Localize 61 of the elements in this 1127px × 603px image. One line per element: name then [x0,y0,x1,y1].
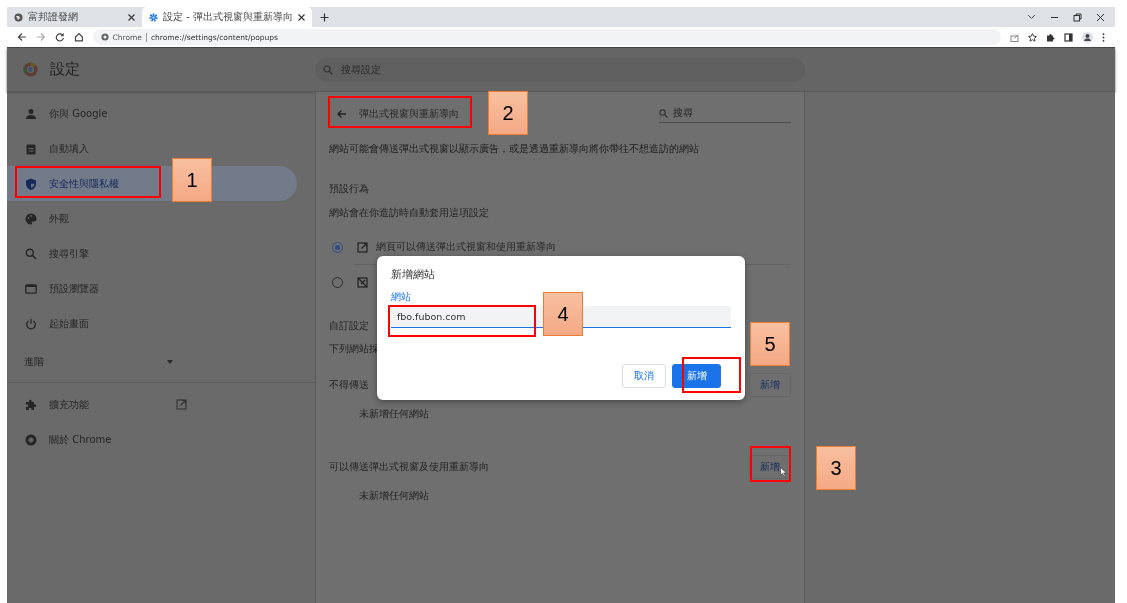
search-icon [323,64,333,75]
step-number-callout: 2 [488,91,528,135]
chevron-down-icon[interactable] [1027,14,1036,20]
search-icon [659,108,668,118]
sidebar-item[interactable]: 搜尋引擎 [7,236,297,271]
chrome-logo-icon [23,62,38,77]
empty-list-text: 未新增任何網站 [359,489,429,503]
highlight-frame [750,446,791,482]
empty-list-text: 未新增任何網站 [359,407,429,421]
puzzle-icon [25,398,37,411]
close-icon[interactable] [1096,12,1105,22]
settings-title: 設定 [50,60,80,79]
mouse-cursor-icon [780,467,787,477]
step-number-callout: 1 [172,158,212,202]
section-subtitle: 網站會在你造訪時自動套用這項設定 [329,206,489,220]
chrome-logo-icon [25,433,37,446]
star-icon[interactable] [1028,32,1037,42]
home-icon[interactable] [73,32,84,42]
new-tab-icon[interactable] [319,12,329,22]
back-arrow-icon[interactable] [17,32,27,42]
person-icon [25,107,37,120]
chrome-logo-icon [100,33,109,41]
field-label: 網站 [391,290,411,304]
list-title: 不得傳送 [329,378,369,392]
add-button[interactable]: 新增 [672,364,721,388]
step-number-callout: 5 [750,322,790,366]
description-text: 網站可能會傳送彈出式視窗以顯示廣告，或是透過重新導向將你帶往不想造訪的網站 [329,143,699,156]
sidebar-item[interactable]: 外觀 [7,201,297,236]
add-button[interactable]: 新增 [749,373,791,397]
search-field[interactable]: 搜尋 [659,104,791,123]
sidebar-item[interactable]: 起始畫面 [7,306,297,341]
dialog-title: 新增網站 [391,268,435,282]
palette-icon [25,212,37,225]
power-icon [25,317,37,330]
browser-tab[interactable]: 設定 - 彈出式視窗與重新導向 [142,7,312,27]
blocked-popup-icon [357,276,368,288]
list-title: 可以傳送彈出式視窗及使用重新導向 [329,460,489,474]
profile-icon[interactable] [1082,31,1093,43]
share-icon[interactable] [1010,32,1019,42]
menu-icon[interactable] [1102,32,1105,42]
external-link-icon [357,241,368,253]
highlight-frame [682,357,741,393]
browser-window-icon [25,282,37,295]
step-number-callout: 4 [543,292,583,336]
close-tab-icon[interactable] [297,13,305,21]
step-number-callout: 3 [816,446,856,490]
shield-icon [25,177,37,190]
section-heading: 自訂設定 [329,319,369,333]
side-panel-icon[interactable] [1064,32,1073,42]
back-arrow-icon[interactable] [336,108,347,119]
caret-down-icon [167,359,173,364]
puzzle-icon[interactable] [1046,32,1055,42]
reload-icon[interactable] [54,32,65,42]
search-icon [25,247,37,260]
restore-icon[interactable] [1073,12,1082,22]
browser-tab[interactable]: 富邦證發網 [7,7,142,27]
section-heading: 預設行為 [329,182,369,196]
close-tab-icon[interactable] [128,13,135,21]
cancel-button[interactable]: 取消 [622,364,666,388]
clipboard-icon [25,142,37,155]
globe-icon [14,12,23,22]
